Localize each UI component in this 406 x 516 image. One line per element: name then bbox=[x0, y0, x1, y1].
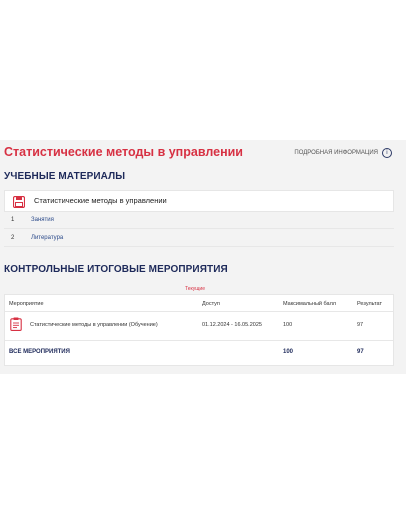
column-header-event: Мероприятие bbox=[9, 301, 44, 307]
event-result: 97 bbox=[357, 322, 364, 328]
materials-heading: УЧЕБНЫЕ МАТЕРИАЛЫ bbox=[4, 171, 126, 182]
events-heading: КОНТРОЛЬНЫЕ ИТОГОВЫЕ МЕРОПРИЯТИЯ bbox=[4, 264, 228, 275]
total-result: 97 bbox=[357, 349, 364, 355]
materials-item[interactable]: 1 Занятия bbox=[4, 212, 394, 229]
event-max-score: 100 bbox=[283, 322, 293, 328]
details-link-label: ПОДРОБНАЯ ИНФОРМАЦИЯ bbox=[294, 150, 378, 156]
event-name-link[interactable]: Статистические методы в управлении (Обуч… bbox=[30, 322, 158, 328]
materials-item-label[interactable]: Занятия bbox=[31, 217, 54, 223]
event-access: 01.12.2024 - 16.05.2025 bbox=[202, 322, 262, 328]
column-header-result: Результат bbox=[357, 301, 383, 307]
total-label: ВСЕ МЕРОПРИЯТИЯ bbox=[9, 349, 70, 355]
materials-card[interactable]: Статистические методы в управлении bbox=[4, 190, 394, 212]
column-header-access: Доступ bbox=[202, 301, 220, 307]
materials-item-number: 1 bbox=[11, 217, 15, 223]
column-header-max-score: Максимальный балл bbox=[283, 301, 336, 307]
materials-item-label[interactable]: Литература bbox=[31, 235, 63, 241]
materials-card-title: Статистические методы в управлении bbox=[34, 196, 167, 205]
info-icon: i bbox=[382, 148, 392, 158]
divider bbox=[5, 311, 393, 312]
materials-item[interactable]: 2 Литература bbox=[4, 230, 394, 247]
divider bbox=[5, 340, 393, 341]
total-max-score: 100 bbox=[283, 349, 294, 355]
clipboard-icon bbox=[10, 317, 22, 331]
page-title: Статистические методы в управлении bbox=[4, 145, 243, 159]
details-link[interactable]: ПОДРОБНАЯ ИНФОРМАЦИЯ i bbox=[294, 148, 392, 158]
materials-item-number: 2 bbox=[11, 235, 15, 241]
save-icon bbox=[12, 195, 26, 209]
events-table: Мероприятие Доступ Максимальный балл Рез… bbox=[4, 294, 394, 366]
current-tab[interactable]: Текущие bbox=[185, 286, 205, 292]
